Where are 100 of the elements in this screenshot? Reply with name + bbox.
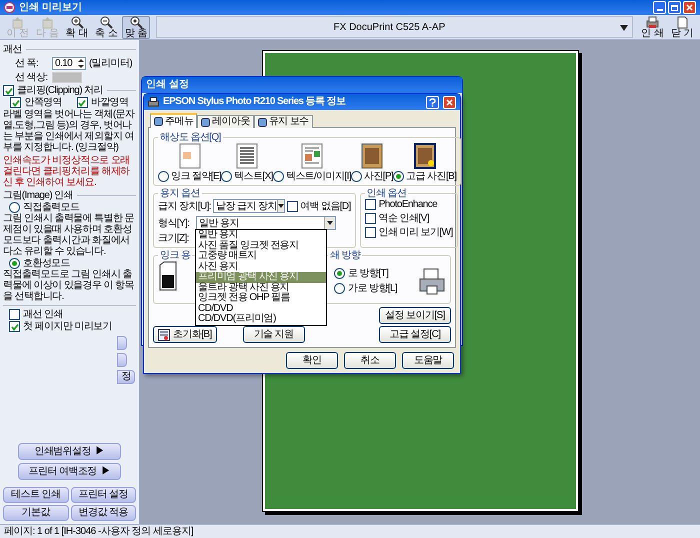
minimize-button[interactable] <box>653 1 666 14</box>
checkbox[interactable] <box>9 309 20 320</box>
tab-icon <box>154 117 163 126</box>
radio-button[interactable] <box>393 171 404 182</box>
mixed-document-icon <box>300 143 323 169</box>
checkbox[interactable] <box>364 213 376 224</box>
description-text: 그림 인쇄시 출력물에 특별한 문제점이 있을때 사용하며 호환성모드보다 출력시간과 화질에서 다소 유리할 수 있습니다. <box>3 213 135 257</box>
number-field[interactable]: 0.10 <box>52 57 86 70</box>
list-item[interactable]: CD/DVD(프리미엄) <box>196 314 326 324</box>
checkbox[interactable] <box>286 200 298 212</box>
button[interactable]: 확인 <box>286 352 338 369</box>
section-title: 그림(Image) 인쇄 <box>3 190 74 201</box>
checkbox-label: 바깥영역 <box>90 97 129 108</box>
toolbar-button[interactable]: 확 대 <box>63 16 91 38</box>
close-button[interactable] <box>443 96 456 108</box>
document-icon <box>676 16 689 28</box>
magnifier-icon <box>130 16 143 28</box>
checkbox-label: 인쇄 미리 보기[W] <box>378 227 453 238</box>
button[interactable]: 변경값 적용 <box>70 505 136 521</box>
tab[interactable]: 주메뉴 <box>150 113 198 128</box>
dialog-title: EPSON Stylus Photo R210 Series 등록 정보 <box>163 97 346 107</box>
radio-button[interactable] <box>9 202 20 213</box>
checkbox[interactable] <box>3 85 14 96</box>
list-item[interactable]: CD/DVD <box>196 304 326 314</box>
group-title: 잉크 용 <box>159 250 192 261</box>
button[interactable]: 취소 <box>344 352 396 369</box>
window-title: 인쇄 미리보기 <box>19 2 82 12</box>
list-item[interactable]: 사진 품질 잉크젯 전용지 <box>196 240 326 251</box>
tab[interactable]: 유지 보수 <box>254 115 313 128</box>
radio-label: 로 방향[T] <box>348 268 388 278</box>
field-label: 선 폭: <box>15 58 40 69</box>
toolbar-button[interactable]: 닫 기 <box>668 16 696 38</box>
group-title: 용지 옵션 <box>159 188 201 199</box>
radio-label: 가로 방향[L] <box>348 282 398 294</box>
document-icon <box>178 143 201 169</box>
reset-button[interactable]: 초기화[B] <box>153 326 217 343</box>
group-title: 인쇄 옵션 <box>366 188 408 199</box>
list-item[interactable]: 잉크젯 전용 OHP 필름 <box>196 293 326 304</box>
page-up-icon <box>40 16 54 28</box>
field-label: 선 색상: <box>15 72 49 83</box>
warning-text: 인쇄속도가 비정상적으로 오래 걸린다면 클리핑처리를 해제하신 후 인쇄하여 보세요. <box>3 155 131 188</box>
dropdown[interactable]: 일반 용지 <box>196 216 336 230</box>
tab[interactable]: 레이아웃 <box>197 115 254 128</box>
radio-button[interactable] <box>272 171 284 182</box>
button[interactable]: 기본값 <box>3 505 68 521</box>
menu-button[interactable]: 프린터 여백조정 ▶ <box>18 463 121 480</box>
checkbox[interactable] <box>9 321 20 332</box>
help-button[interactable] <box>426 96 439 108</box>
group-title: 쇄 방향 <box>329 250 362 261</box>
radio-button[interactable] <box>221 171 232 182</box>
radio-label: 고급 사진[B] <box>406 171 456 182</box>
field-label: 크기[Z]: <box>158 233 190 244</box>
radio-button[interactable] <box>158 171 169 182</box>
checkbox-label: 안쪽영역 <box>24 97 62 108</box>
list-item[interactable]: 사진 용지 <box>196 262 326 272</box>
zoom-out-icon <box>100 16 114 28</box>
toolbar-button[interactable]: 맞 춤 <box>122 16 150 38</box>
checkbox[interactable] <box>10 97 22 108</box>
button[interactable]: 정 <box>117 370 135 384</box>
menu-button[interactable]: 인쇄범위설정 ▶ <box>18 443 121 460</box>
group-title: 해상도 옵션[Q] <box>159 132 222 143</box>
ink-cartridge-icon <box>158 261 178 291</box>
checkbox[interactable] <box>364 227 376 238</box>
photo-icon <box>414 143 436 169</box>
button[interactable]: 기술 지원 <box>242 326 305 343</box>
button[interactable]: 프린터 설정 <box>70 487 136 503</box>
status-bar: 페이지: 1 of 1 [IH-3046 -사용자 정의 세로용지] <box>0 524 700 538</box>
radio-label: 잉크 절약[E] <box>171 171 222 182</box>
checkbox[interactable] <box>76 97 88 108</box>
radio-label: 사진[P] <box>364 171 394 182</box>
close-icon <box>686 4 693 11</box>
dropdown-arrow-icon <box>327 221 333 225</box>
toolbar-button[interactable]: 인 쇄 <box>638 16 666 38</box>
list-item[interactable]: 울트라 광택 사진 용지 <box>196 282 326 293</box>
checkbox-label: PhotoEnhance <box>378 199 438 210</box>
unit-label: (밀리미터) <box>89 58 132 69</box>
printer-icon <box>418 266 446 294</box>
color-swatch[interactable] <box>52 72 82 83</box>
checkbox[interactable] <box>364 199 376 210</box>
checkbox-label: 첫 페이지만 미리보기 <box>23 321 112 332</box>
list-item[interactable]: 고중량 매트지 <box>196 251 326 262</box>
dropdown[interactable]: 낱장 급지 장치 <box>212 199 285 213</box>
button[interactable]: 고급 설정[C] <box>379 326 451 343</box>
radio-button[interactable] <box>9 258 20 269</box>
radio-button[interactable] <box>350 171 362 182</box>
tab-icon <box>201 118 210 126</box>
radio-button[interactable] <box>334 282 345 294</box>
dialog-title: 인쇄 설정 <box>146 80 189 90</box>
printer-dropdown[interactable]: FX DocuPrint C525 A-AP <box>156 16 633 38</box>
tab-icon <box>258 118 267 126</box>
close-button[interactable] <box>683 1 696 14</box>
maximize-button[interactable] <box>668 1 681 14</box>
toolbar-button[interactable]: 축 소 <box>92 16 120 38</box>
button[interactable]: 설정 보이기[S] <box>379 307 451 324</box>
button[interactable]: 테스트 인쇄 <box>3 487 68 503</box>
radio-button[interactable] <box>334 268 345 278</box>
radio-label: 텍스트[X] <box>234 171 273 182</box>
button[interactable]: 도움말 <box>402 352 454 369</box>
list-item[interactable]: 일반 용지 <box>196 230 326 240</box>
close-icon <box>446 98 453 106</box>
